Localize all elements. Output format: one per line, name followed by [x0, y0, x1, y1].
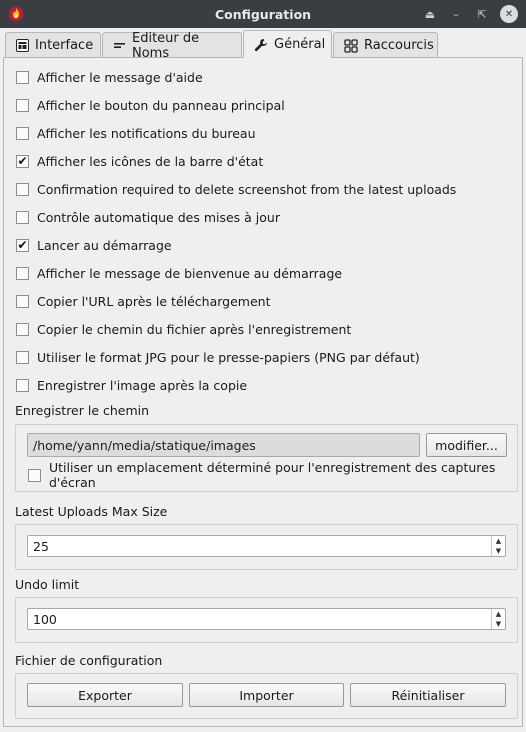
modify-path-button[interactable]: modifier...: [426, 433, 507, 457]
checkbox[interactable]: [16, 350, 29, 364]
option-label: Utiliser le format JPG pour le presse-pa…: [37, 349, 420, 365]
flameshot-app-icon: [8, 6, 24, 22]
option-save-after-copy[interactable]: Enregistrer l'image après la copie: [16, 376, 247, 394]
option-label: Afficher le message de bienvenue au déma…: [37, 265, 343, 281]
grid-icon: [344, 38, 358, 53]
spin-up-icon[interactable]: ▲: [492, 609, 505, 619]
checkbox[interactable]: [28, 468, 41, 482]
spin-arrows[interactable]: ▲ ▼: [491, 609, 505, 629]
option-show-help-message[interactable]: Afficher le message d'aide: [16, 68, 203, 86]
option-copy-url-after-upload[interactable]: Copier l'URL après le téléchargement: [16, 292, 270, 310]
option-label: Afficher les notifications du bureau: [37, 125, 256, 141]
option-auto-update-check[interactable]: Contrôle automatique des mises à jour: [16, 208, 280, 226]
option-label: Copier l'URL après le téléchargement: [37, 293, 271, 309]
option-label: Afficher le message d'aide: [37, 69, 203, 85]
latest-uploads-spinbox[interactable]: 25 ▲ ▼: [27, 535, 506, 557]
config-file-title: Fichier de configuration: [15, 653, 163, 668]
option-label: Lancer au démarrage: [37, 237, 172, 253]
tab-raccourcis-label: Raccourcis: [364, 38, 434, 53]
option-label: Utiliser un emplacement déterminé pour l…: [49, 460, 496, 490]
checkbox[interactable]: [16, 70, 29, 84]
wrench-icon: [254, 38, 267, 51]
interface-icon: [16, 39, 29, 52]
reset-button[interactable]: Réinitialiser: [350, 683, 506, 707]
option-show-desktop-notifications[interactable]: Afficher les notifications du bureau: [16, 124, 256, 142]
tab-raccourcis[interactable]: Raccourcis: [333, 32, 438, 58]
tab-general[interactable]: Général: [243, 30, 332, 58]
tab-general-label: Général: [274, 37, 326, 52]
spin-down-icon[interactable]: ▼: [492, 546, 505, 556]
checkbox[interactable]: [16, 182, 29, 196]
checkbox-checked[interactable]: ✔: [16, 238, 29, 252]
option-show-welcome-message[interactable]: Afficher le message de bienvenue au déma…: [16, 264, 342, 282]
checkbox[interactable]: [16, 266, 29, 280]
option-label: Copier le chemin du fichier après l'enre…: [37, 321, 352, 337]
save-path-title: Enregistrer le chemin: [15, 403, 150, 418]
spin-arrows[interactable]: ▲ ▼: [491, 536, 505, 556]
undo-limit-spinbox[interactable]: 100 ▲ ▼: [27, 608, 506, 630]
option-launch-at-startup[interactable]: ✔ Lancer au démarrage: [16, 236, 172, 254]
minimize-icon[interactable]: –: [446, 5, 466, 23]
export-button[interactable]: Exporter: [27, 683, 183, 707]
option-show-panel-button[interactable]: Afficher le bouton du panneau principal: [16, 96, 285, 114]
spin-up-icon[interactable]: ▲: [492, 536, 505, 546]
tab-interface[interactable]: Interface: [5, 32, 101, 58]
dash-icon: [114, 43, 125, 48]
checkbox-checked[interactable]: ✔: [16, 154, 29, 168]
latest-uploads-value: 25: [33, 539, 49, 554]
checkbox[interactable]: [16, 98, 29, 112]
checkbox[interactable]: [16, 294, 29, 308]
restore-icon[interactable]: ⇱: [472, 5, 492, 23]
spin-down-icon[interactable]: ▼: [492, 619, 505, 629]
title-bar: Configuration ⏏ – ⇱ ✕: [0, 0, 526, 28]
checkbox[interactable]: [16, 210, 29, 224]
option-label: Afficher les icônes de la barre d'état: [37, 153, 264, 169]
option-label: Contrôle automatique des mises à jour: [37, 209, 280, 225]
option-show-tray-icon[interactable]: ✔ Afficher les icônes de la barre d'état: [16, 152, 263, 170]
tab-interface-label: Interface: [35, 38, 94, 53]
option-label: Enregistrer l'image après la copie: [37, 377, 248, 393]
latest-uploads-title: Latest Uploads Max Size: [15, 504, 168, 519]
tab-bar: Interface Editeur de Noms Général Raccou…: [0, 30, 526, 61]
option-label: Confirmation required to delete screensh…: [37, 181, 457, 197]
checkbox[interactable]: [16, 322, 29, 336]
save-path-field[interactable]: /home/yann/media/statique/images: [27, 433, 420, 457]
checkbox[interactable]: [16, 126, 29, 140]
keep-above-icon[interactable]: ⏏: [420, 5, 440, 23]
close-icon[interactable]: ✕: [500, 5, 518, 23]
undo-limit-value: 100: [33, 612, 57, 627]
option-label: Afficher le bouton du panneau principal: [37, 97, 285, 113]
option-fixed-save-location[interactable]: Utiliser un emplacement déterminé pour l…: [28, 460, 526, 490]
undo-limit-title: Undo limit: [15, 577, 80, 592]
tab-editeur-de-noms[interactable]: Editeur de Noms: [102, 30, 242, 61]
import-button[interactable]: Importer: [189, 683, 344, 707]
tab-editeur-label: Editeur de Noms: [132, 30, 200, 61]
option-confirm-delete-screenshot[interactable]: Confirmation required to delete screensh…: [16, 180, 456, 198]
option-use-jpg-clipboard[interactable]: Utiliser le format JPG pour le presse-pa…: [16, 348, 420, 366]
checkbox[interactable]: [16, 378, 29, 392]
option-copy-path-after-save[interactable]: Copier le chemin du fichier après l'enre…: [16, 320, 351, 338]
